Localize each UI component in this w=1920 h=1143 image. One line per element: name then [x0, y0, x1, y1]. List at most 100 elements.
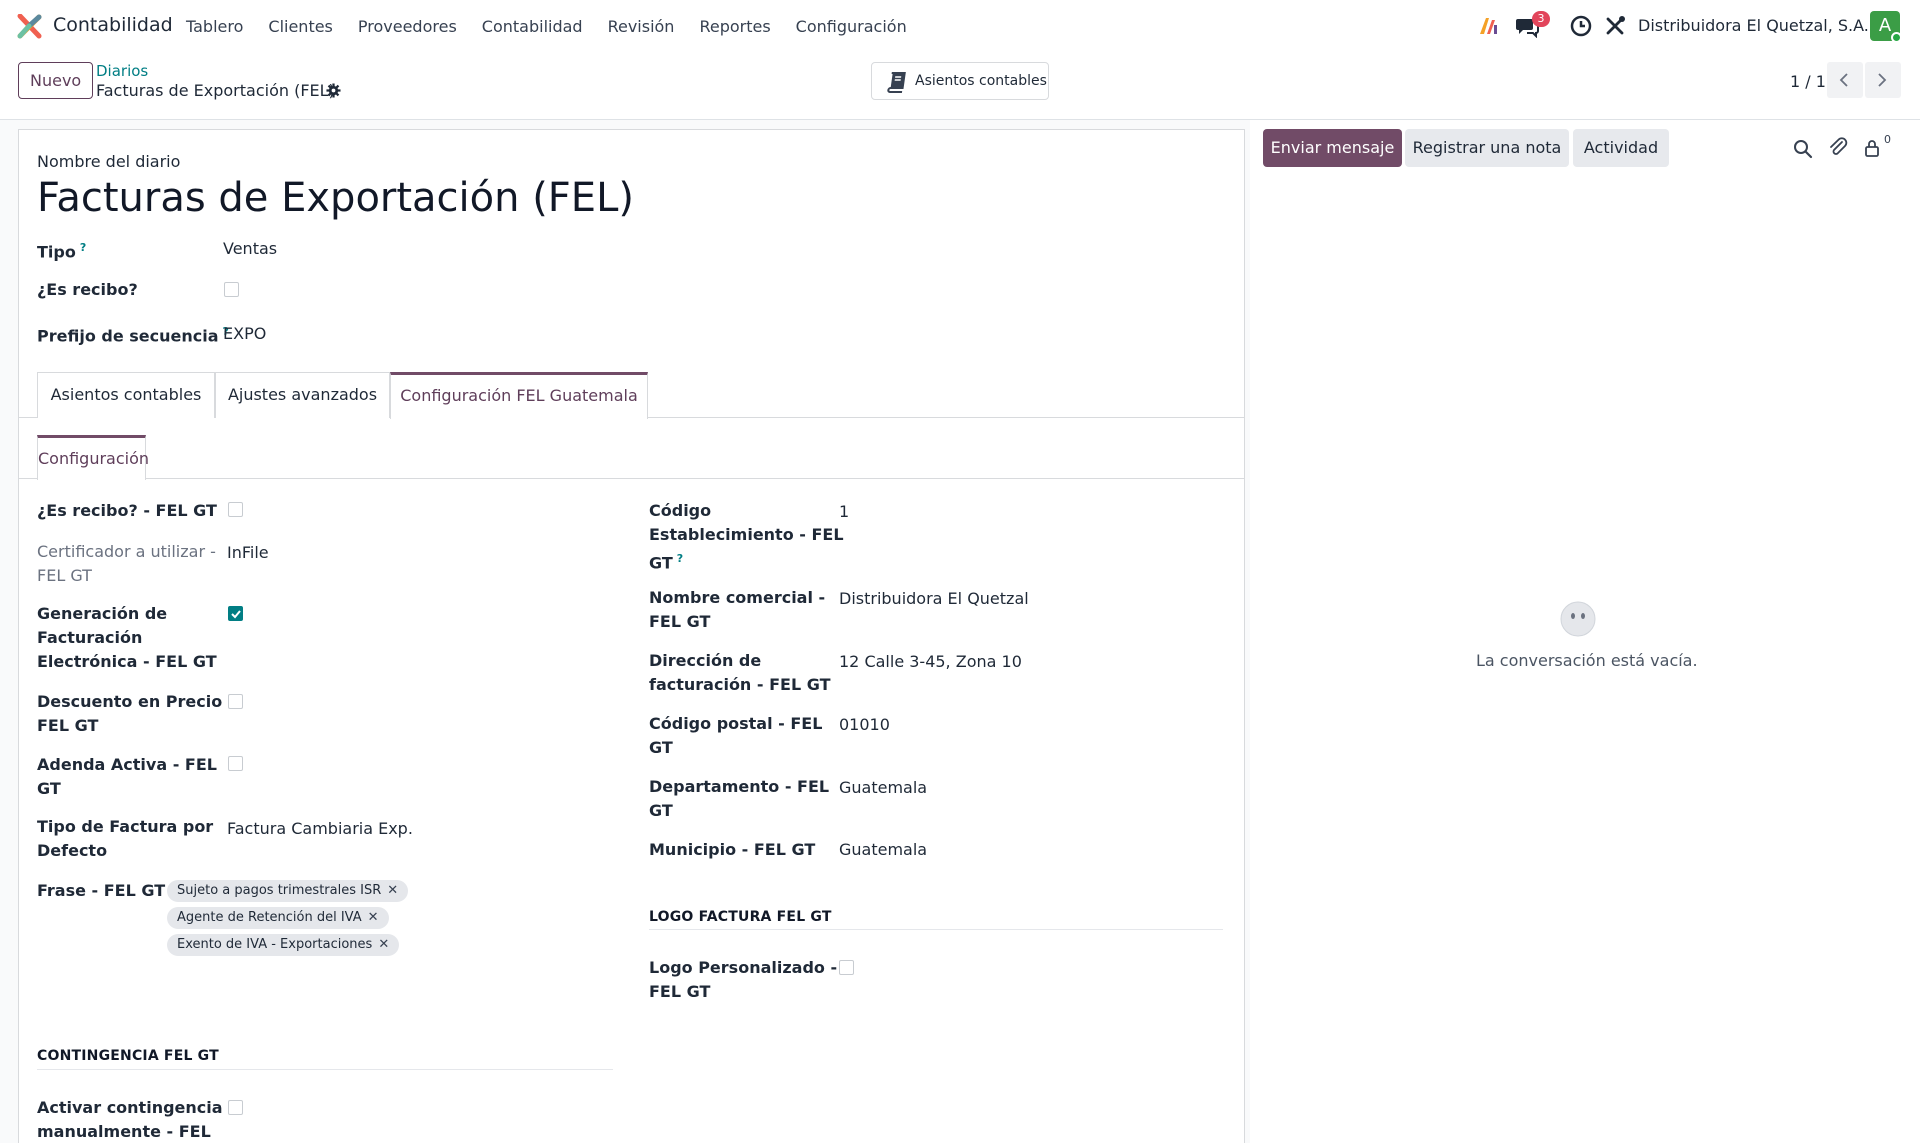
- recibo-label: ¿Es recibo?: [37, 280, 138, 299]
- nombre-label-line: FEL GT: [649, 612, 711, 631]
- journal-name-field[interactable]: Facturas de Exportación (FEL): [37, 175, 634, 221]
- descuento-label-line: FEL GT: [37, 716, 99, 735]
- nombre-label-line: Nombre comercial -: [649, 588, 826, 607]
- municipio-field[interactable]: Guatemala: [839, 838, 927, 862]
- logo-personalizado-checkbox[interactable]: [839, 960, 854, 975]
- search-icon[interactable]: [1792, 138, 1814, 160]
- tab-ajustes-avanzados[interactable]: Ajustes avanzados: [215, 372, 390, 418]
- menu-item-tablero[interactable]: Tablero: [186, 17, 243, 36]
- paperclip-icon[interactable]: [1827, 136, 1849, 158]
- log-note-button[interactable]: Registrar una nota: [1405, 129, 1569, 167]
- recibo-checkbox[interactable]: [224, 282, 239, 297]
- direccion-label: Dirección de facturación - FEL GT: [649, 649, 831, 697]
- prefijo-label: Prefijo de secuencia?: [37, 320, 229, 348]
- nombre-comercial-label: Nombre comercial - FEL GT: [649, 586, 825, 634]
- pager-value[interactable]: 1 / 1: [1790, 72, 1826, 91]
- departamento-field[interactable]: Guatemala: [839, 776, 927, 800]
- nombre-comercial-field[interactable]: Distribuidora El Quetzal: [839, 587, 1029, 611]
- contingencia-section-title: CONTINGENCIA FEL GT: [37, 1048, 219, 1064]
- chevron-left-icon: [1839, 73, 1848, 87]
- contingencia-label: Activar contingencia manualmente - FEL: [37, 1096, 223, 1143]
- menu-item-clientes[interactable]: Clientes: [268, 17, 333, 36]
- tipo-factura-field[interactable]: Factura Cambiaria Exp.: [227, 817, 413, 841]
- prefijo-field[interactable]: EXPO: [223, 322, 266, 346]
- followers-lock-icon[interactable]: [1862, 137, 1884, 159]
- journal-entries-smart-button[interactable]: Asientos contables: [871, 62, 1049, 100]
- tipo-label-text: Tipo: [37, 242, 76, 262]
- departamento-label: Departamento - FEL GT: [649, 775, 829, 823]
- remove-tag-icon[interactable]: ✕: [387, 883, 398, 898]
- empty-conversation-text: La conversación está vacía.: [1476, 651, 1698, 670]
- activity-clock-icon[interactable]: [1569, 14, 1593, 38]
- postal-label-line: Código postal - FEL: [649, 714, 823, 733]
- frase-tag: Sujeto a pagos trimestrales ISR ✕: [167, 880, 409, 902]
- frase-tag-label: Sujeto a pagos trimestrales ISR: [177, 883, 382, 898]
- journal-name-label: Nombre del diario: [37, 152, 181, 171]
- generacion-label-line: Generación de: [37, 604, 168, 623]
- gear-icon[interactable]: [326, 83, 341, 98]
- codigo-help-tooltip[interactable]: ?: [677, 552, 683, 565]
- codigo-label-text: GT: [649, 553, 673, 573]
- remove-tag-icon[interactable]: ✕: [378, 937, 389, 952]
- send-message-button[interactable]: Enviar mensaje: [1263, 129, 1402, 167]
- adenda-label-line: GT: [37, 779, 61, 798]
- direccion-label-line: facturación - FEL GT: [649, 675, 831, 694]
- tab-configuracion[interactable]: Configuración: [37, 435, 149, 480]
- empty-conversation-face-icon: [1560, 601, 1596, 637]
- generacion-checkbox[interactable]: [228, 606, 243, 621]
- chevron-right-icon: [1878, 73, 1887, 87]
- codigo-postal-field[interactable]: 01010: [839, 713, 890, 737]
- menu-item-configuracion[interactable]: Configuración: [796, 17, 907, 36]
- tipo-factura-label-line: Defecto: [37, 841, 108, 860]
- accounting-app-logo-icon[interactable]: [17, 14, 42, 39]
- activity-button[interactable]: Actividad: [1573, 129, 1669, 167]
- tipo-field[interactable]: Ventas: [223, 237, 277, 261]
- new-button[interactable]: Nuevo: [18, 62, 94, 99]
- adenda-checkbox[interactable]: [228, 756, 243, 771]
- direccion-field[interactable]: 12 Calle 3-45, Zona 10: [839, 650, 1022, 674]
- descuento-checkbox[interactable]: [228, 694, 243, 709]
- breadcrumb-journals-link[interactable]: Diarios: [96, 62, 148, 80]
- codigo-postal-label: Código postal - FEL GT: [649, 712, 822, 760]
- top-navbar: Contabilidad Tablero Clientes Proveedore…: [0, 0, 1920, 52]
- tipo-factura-label-line: Tipo de Factura por: [37, 817, 214, 836]
- descuento-label-line: Descuento en Precio -: [37, 692, 235, 711]
- tab-configuracion-fel-guatemala[interactable]: Configuración FEL Guatemala: [390, 372, 648, 419]
- pager-next-button[interactable]: [1865, 62, 1901, 98]
- recibo-fel-checkbox[interactable]: [228, 502, 243, 517]
- main-menu: Tablero Clientes Proveedores Contabilida…: [186, 17, 932, 36]
- generacion-label: Generación de Facturación Electrónica - …: [37, 602, 217, 674]
- remove-tag-icon[interactable]: ✕: [368, 910, 379, 925]
- company-switcher[interactable]: Distribuidora El Quetzal, S.A.: [1638, 16, 1869, 35]
- app-name[interactable]: Contabilidad: [53, 14, 173, 36]
- generacion-label-line: Electrónica - FEL GT: [37, 652, 217, 671]
- menu-item-reportes[interactable]: Reportes: [699, 17, 770, 36]
- frase-tag-label: Exento de IVA - Exportaciones: [177, 937, 373, 952]
- codigo-label-line: Establecimiento - FEL: [649, 525, 844, 544]
- departamento-label-line: Departamento - FEL: [649, 777, 830, 796]
- tipo-factura-label: Tipo de Factura por Defecto: [37, 815, 213, 863]
- messages-badge: 3: [1532, 11, 1550, 27]
- pager-previous-button[interactable]: [1827, 62, 1863, 98]
- codigo-establecimiento-field[interactable]: 1: [839, 500, 849, 524]
- frase-label: Frase - FEL GT: [37, 881, 166, 900]
- section-divider: [37, 1069, 613, 1070]
- debug-tools-icon[interactable]: [1603, 14, 1627, 38]
- recibo-fel-label: ¿Es recibo? - FEL GT: [37, 501, 217, 520]
- ai-assistant-icon[interactable]: [1477, 14, 1501, 38]
- tab-asientos-contables[interactable]: Asientos contables: [37, 372, 215, 418]
- sub-notebook-tabs: Configuración: [18, 435, 1245, 480]
- contingencia-label-line: Activar contingencia: [37, 1098, 223, 1117]
- menu-item-proveedores[interactable]: Proveedores: [358, 17, 457, 36]
- tipo-label: Tipo?: [37, 236, 86, 264]
- contingencia-checkbox[interactable]: [228, 1100, 243, 1115]
- logo-personalizado-label: Logo Personalizado - FEL GT: [649, 956, 837, 1004]
- postal-label-line: GT: [649, 738, 673, 757]
- menu-item-revision[interactable]: Revisión: [608, 17, 675, 36]
- certificador-field[interactable]: InFile: [227, 541, 269, 565]
- checkmark-icon: [231, 610, 241, 619]
- tipo-help-tooltip[interactable]: ?: [80, 241, 86, 254]
- menu-item-contabilidad[interactable]: Contabilidad: [482, 17, 583, 36]
- certificador-label-line: Certificador a utilizar -: [37, 542, 216, 561]
- codigo-label-line: GT?: [649, 547, 844, 575]
